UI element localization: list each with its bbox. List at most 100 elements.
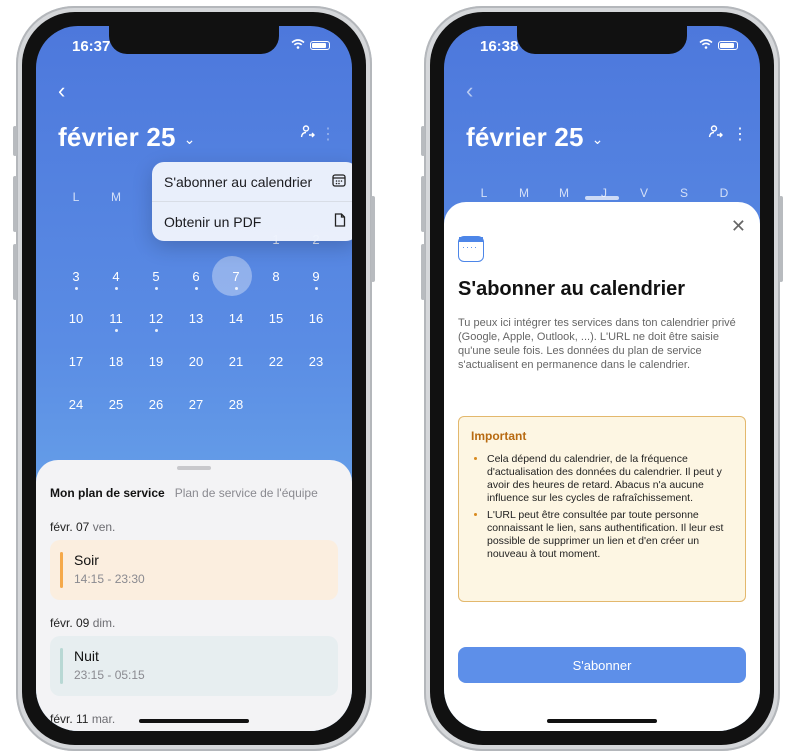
weekday-label: V [639, 186, 648, 200]
calendar-day[interactable]: 26 [136, 397, 176, 412]
shift-time: 23:15 - 05:15 [74, 668, 145, 682]
home-indicator [139, 719, 249, 723]
calendar-day[interactable]: 20 [176, 354, 216, 369]
share-users-icon[interactable] [708, 124, 724, 145]
calendar-row: 24 25 26 27 28 [56, 397, 336, 412]
day-header: févr. 09 dim. [50, 616, 115, 630]
calendar-row: 17 18 19 20 21 22 23 [56, 354, 336, 369]
important-title: Important [471, 429, 527, 443]
wifi-icon [699, 38, 713, 52]
calendar-day[interactable]: 19 [136, 354, 176, 369]
menu-item-subscribe[interactable]: S'abonner au calendrier [152, 162, 352, 201]
calendar-day[interactable]: 9 [296, 269, 336, 290]
chevron-down-icon: ⌄ [591, 130, 604, 147]
month-selector[interactable]: février 25 ⌄ [58, 122, 196, 153]
calendar-row: 3 4 5 6 7 8 9 [56, 269, 336, 290]
weekday-label: S [679, 186, 688, 200]
close-icon[interactable]: ✕ [731, 216, 746, 237]
shift-time: 14:15 - 23:30 [74, 572, 145, 586]
subscribe-button[interactable]: S'abonner [458, 647, 746, 683]
back-button[interactable]: ‹ [58, 78, 65, 104]
day-header: févr. 11 mar. [50, 712, 115, 726]
calendar-day[interactable]: 21 [216, 354, 256, 369]
important-notice: Important Cela dépend du calendrier, de … [458, 416, 746, 602]
calendar-day[interactable]: 22 [256, 354, 296, 369]
context-menu: S'abonner au calendrier Obtenir un PDF [152, 162, 352, 241]
weekday-label: M [559, 186, 569, 200]
calendar-day-selected[interactable]: 7 [216, 269, 256, 290]
status-time: 16:37 [72, 38, 111, 55]
calendar-day[interactable]: 5 [136, 269, 176, 290]
shift-card[interactable]: Soir 14:15 - 23:30 [50, 540, 338, 600]
calendar-day[interactable]: 23 [296, 354, 336, 369]
shift-color-bar [60, 552, 63, 588]
calendar-day[interactable]: 27 [176, 397, 216, 412]
sheet-grabber[interactable] [585, 196, 619, 200]
month-selector[interactable]: février 25 ⌄ [466, 122, 604, 153]
menu-item-label: S'abonner au calendrier [164, 173, 313, 190]
calendar-day[interactable]: 28 [216, 397, 256, 412]
calendar-day[interactable]: 11 [96, 311, 136, 332]
calendar-grid-icon [332, 173, 346, 190]
month-title: février 25 [466, 122, 584, 152]
battery-icon [310, 40, 330, 50]
month-title: février 25 [58, 122, 176, 152]
back-button[interactable]: ‹ [466, 78, 473, 104]
tab-bar: Mon plan de service Plan de service de l… [50, 486, 318, 500]
shift-name: Soir [74, 552, 99, 568]
calendar-day[interactable]: 3 [56, 269, 96, 290]
calendar-day[interactable]: 14 [216, 311, 256, 326]
status-icons [291, 38, 330, 52]
weekday-label: M [111, 190, 121, 204]
home-indicator [547, 719, 657, 723]
notch [109, 26, 279, 54]
day-date: févr. 11 [50, 712, 89, 726]
calendar-day[interactable]: 4 [96, 269, 136, 290]
calendar-day[interactable]: 8 [256, 269, 296, 284]
day-date: févr. 09 [50, 616, 90, 630]
status-time: 16:38 [480, 38, 519, 55]
day-date: févr. 07 [50, 520, 90, 534]
day-header: févr. 07 ven. [50, 520, 115, 534]
shift-list-sheet: Mon plan de service Plan de service de l… [36, 460, 352, 731]
weekday-label: L [480, 186, 488, 200]
subscribe-modal: ✕ S'abonner au calendrier Tu peux ici in… [444, 196, 760, 731]
shift-name: Nuit [74, 648, 99, 664]
sheet-grabber[interactable] [177, 466, 211, 470]
calendar-icon [458, 236, 484, 262]
calendar-day[interactable]: 17 [56, 354, 96, 369]
calendar-day[interactable]: 15 [256, 311, 296, 326]
important-list: Cela dépend du calendrier, de la fréquen… [459, 453, 735, 565]
menu-item-label: Obtenir un PDF [164, 213, 262, 230]
more-vertical-icon[interactable]: ⋮ [732, 124, 748, 144]
calendar-day[interactable]: 18 [96, 354, 136, 369]
calendar-day[interactable]: 10 [56, 311, 96, 326]
share-users-icon[interactable] [300, 124, 316, 145]
right-phone: 16:38 ‹ février 25 ⌄ ⋮ L M M J V S D ✕ ·… [421, 6, 783, 751]
tab-my-plan[interactable]: Mon plan de service [50, 486, 165, 500]
shift-card[interactable]: Nuit 23:15 - 05:15 [50, 636, 338, 696]
left-screen: 16:37 ‹ février 25 ⌄ ⋮ L M S'abonner au c… [36, 26, 352, 731]
weekday-label: D [719, 186, 729, 200]
calendar-day[interactable]: 12 [136, 311, 176, 332]
left-phone: 16:37 ‹ février 25 ⌄ ⋮ L M S'abonner au c… [13, 6, 375, 751]
calendar-day[interactable]: 24 [56, 397, 96, 412]
calendar-day[interactable]: 13 [176, 311, 216, 326]
document-icon [334, 213, 346, 230]
calendar-day[interactable]: 6 [176, 269, 216, 290]
tab-team-plan[interactable]: Plan de service de l'équipe [175, 486, 318, 500]
calendar-day[interactable]: 16 [296, 311, 336, 326]
day-weekday: mar. [91, 712, 116, 726]
calendar-day[interactable]: 25 [96, 397, 136, 412]
important-item: L'URL peut être consultée par toute pers… [487, 509, 735, 561]
battery-icon [718, 40, 738, 50]
chevron-down-icon: ⌄ [183, 130, 196, 147]
shift-color-bar [60, 648, 63, 684]
more-vertical-icon[interactable]: ⋮ [320, 124, 336, 144]
important-item: Cela dépend du calendrier, de la fréquen… [487, 453, 735, 505]
menu-item-pdf[interactable]: Obtenir un PDF [152, 201, 352, 241]
status-icons [699, 38, 738, 52]
day-weekday: dim. [92, 616, 116, 630]
modal-description: Tu peux ici intégrer tes services dans t… [458, 317, 736, 371]
right-screen: 16:38 ‹ février 25 ⌄ ⋮ L M M J V S D ✕ ·… [444, 26, 760, 731]
